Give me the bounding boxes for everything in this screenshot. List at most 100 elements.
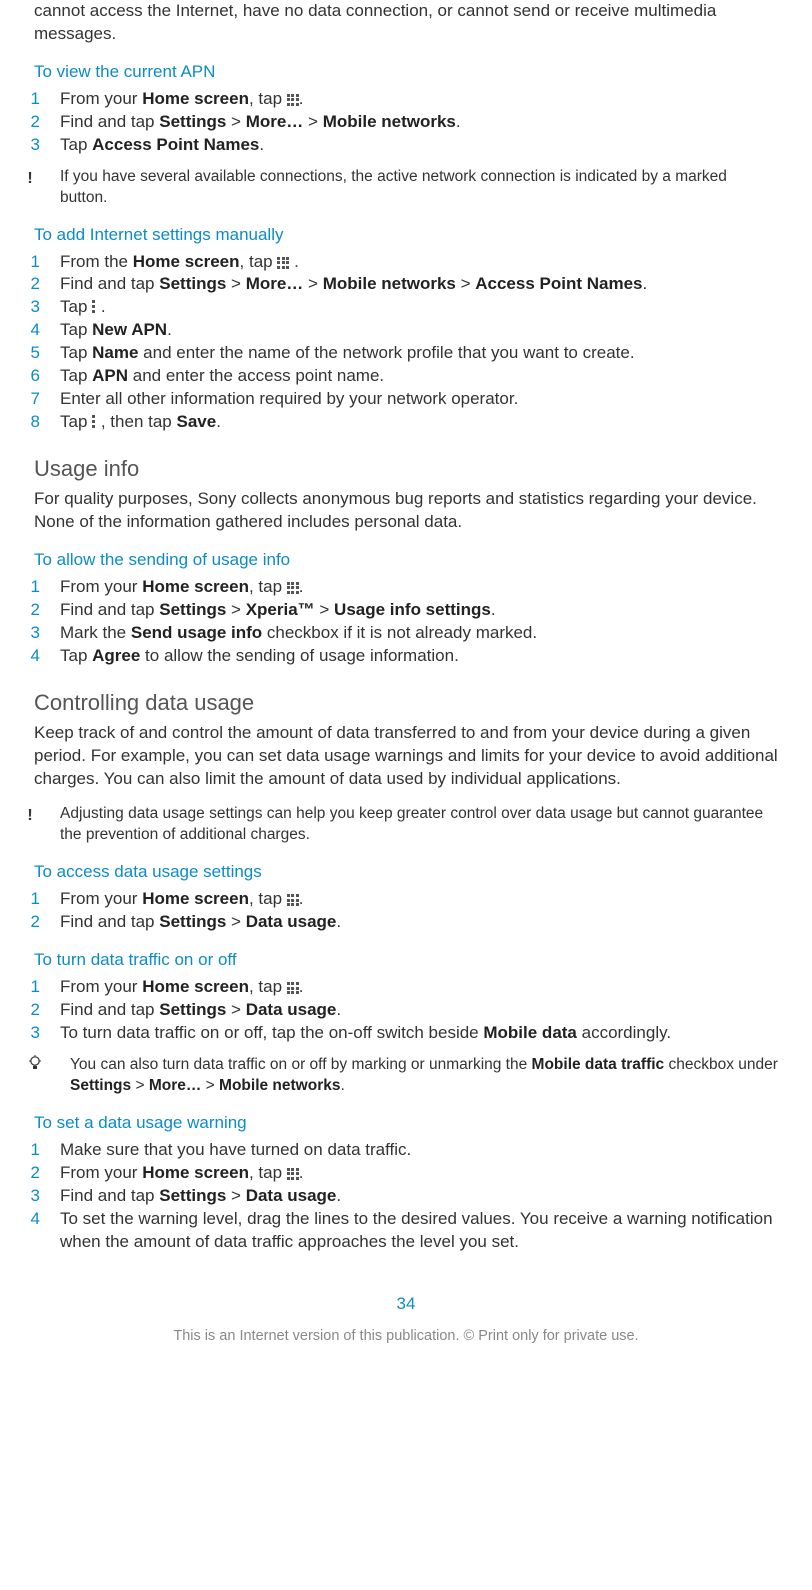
step-text: From your Home screen, tap .	[60, 889, 304, 908]
body-controlling: Keep track of and control the amount of …	[34, 722, 778, 791]
step-text: Find and tap Settings > Data usage.	[60, 912, 341, 931]
step-text: Make sure that you have turned on data t…	[60, 1140, 411, 1159]
steps-set-warning: 1Make sure that you have turned on data …	[34, 1139, 778, 1254]
step-item: 1From your Home screen, tap .	[34, 88, 778, 111]
important-icon: !	[20, 805, 40, 827]
heading-set-warning: To set a data usage warning	[34, 1113, 778, 1133]
step-item: 3To turn data traffic on or off, tap the…	[34, 1022, 778, 1045]
page-number: 34	[34, 1294, 778, 1314]
steps-add-internet: 1From the Home screen, tap .2Find and ta…	[34, 251, 778, 435]
step-number: 1	[16, 888, 40, 911]
apps-grid-icon	[287, 982, 299, 994]
step-number: 1	[16, 1139, 40, 1162]
step-item: 3Find and tap Settings > Data usage.	[34, 1185, 778, 1208]
heading-controlling: Controlling data usage	[34, 690, 778, 716]
step-number: 5	[16, 342, 40, 365]
step-number: 4	[16, 1208, 40, 1231]
step-item: 2Find and tap Settings > More… > Mobile …	[34, 111, 778, 134]
tip-text: You can also turn data traffic on or off…	[70, 1056, 778, 1094]
heading-access-data: To access data usage settings	[34, 862, 778, 882]
steps-view-apn: 1From your Home screen, tap .2Find and t…	[34, 88, 778, 157]
overflow-menu-icon	[92, 300, 96, 314]
step-item: 2From your Home screen, tap .	[34, 1162, 778, 1185]
step-number: 7	[16, 388, 40, 411]
step-text: From your Home screen, tap .	[60, 1163, 304, 1182]
step-number: 3	[16, 1022, 40, 1045]
step-item: 5Tap Name and enter the name of the netw…	[34, 342, 778, 365]
heading-add-internet: To add Internet settings manually	[34, 225, 778, 245]
intro-fragment: cannot access the Internet, have no data…	[34, 0, 778, 46]
step-number: 1	[16, 88, 40, 111]
step-text: From your Home screen, tap .	[60, 89, 304, 108]
step-number: 1	[16, 576, 40, 599]
step-item: 2Find and tap Settings > Data usage.	[34, 911, 778, 934]
step-item: 8Tap , then tap Save.	[34, 411, 778, 434]
step-number: 2	[16, 273, 40, 296]
step-text: To turn data traffic on or off, tap the …	[60, 1023, 671, 1042]
step-item: 1From your Home screen, tap .	[34, 888, 778, 911]
tip-turn-traffic: You can also turn data traffic on or off…	[34, 1055, 778, 1097]
step-item: 4Tap New APN.	[34, 319, 778, 342]
step-number: 2	[16, 1162, 40, 1185]
apps-grid-icon	[287, 582, 299, 594]
step-item: 4Tap Agree to allow the sending of usage…	[34, 645, 778, 668]
step-item: 2Find and tap Settings > Data usage.	[34, 999, 778, 1022]
steps-turn-traffic: 1From your Home screen, tap .2Find and t…	[34, 976, 778, 1045]
steps-access-data: 1From your Home screen, tap .2Find and t…	[34, 888, 778, 934]
step-number: 6	[16, 365, 40, 388]
step-item: 2Find and tap Settings > Xperia™ > Usage…	[34, 599, 778, 622]
step-text: Tap Access Point Names.	[60, 135, 264, 154]
step-number: 3	[16, 134, 40, 157]
step-number: 1	[16, 976, 40, 999]
apps-grid-icon	[287, 894, 299, 906]
step-text: Find and tap Settings > More… > Mobile n…	[60, 112, 461, 131]
step-text: Find and tap Settings > Data usage.	[60, 1000, 341, 1019]
apps-grid-icon	[287, 1168, 299, 1180]
step-number: 1	[16, 251, 40, 274]
note-view-apn: ! If you have several available connecti…	[34, 167, 778, 209]
step-item: 4To set the warning level, drag the line…	[34, 1208, 778, 1254]
important-icon: !	[20, 168, 40, 190]
step-item: 1Make sure that you have turned on data …	[34, 1139, 778, 1162]
heading-turn-traffic: To turn data traffic on or off	[34, 950, 778, 970]
apps-grid-icon	[287, 94, 299, 106]
step-item: 7Enter all other information required by…	[34, 388, 778, 411]
step-text: Tap New APN.	[60, 320, 172, 339]
step-text: Enter all other information required by …	[60, 389, 518, 408]
step-item: 1From your Home screen, tap .	[34, 976, 778, 999]
step-item: 3Mark the Send usage info checkbox if it…	[34, 622, 778, 645]
note-text: Adjusting data usage settings can help y…	[60, 805, 763, 843]
heading-view-apn: To view the current APN	[34, 62, 778, 82]
step-text: Tap Agree to allow the sending of usage …	[60, 646, 459, 665]
step-item: 2Find and tap Settings > More… > Mobile …	[34, 273, 778, 296]
step-text: Find and tap Settings > Data usage.	[60, 1186, 341, 1205]
page-content: cannot access the Internet, have no data…	[0, 0, 812, 1344]
overflow-menu-icon	[92, 415, 96, 429]
step-number: 2	[16, 999, 40, 1022]
step-item: 3Tap Access Point Names.	[34, 134, 778, 157]
step-text: Tap Name and enter the name of the netwo…	[60, 343, 635, 362]
step-text: Tap .	[60, 297, 106, 316]
note-text: If you have several available connection…	[60, 168, 727, 206]
step-number: 2	[16, 911, 40, 934]
apps-grid-icon	[277, 257, 289, 269]
step-text: From your Home screen, tap .	[60, 977, 304, 996]
tip-icon	[28, 1055, 42, 1078]
heading-usage-info: Usage info	[34, 456, 778, 482]
footer-text: This is an Internet version of this publ…	[34, 1328, 778, 1344]
step-text: From your Home screen, tap .	[60, 577, 304, 596]
step-number: 3	[16, 622, 40, 645]
note-controlling: ! Adjusting data usage settings can help…	[34, 804, 778, 846]
heading-allow-usage: To allow the sending of usage info	[34, 550, 778, 570]
body-usage-info: For quality purposes, Sony collects anon…	[34, 488, 778, 534]
steps-allow-usage: 1From your Home screen, tap .2Find and t…	[34, 576, 778, 668]
step-item: 6Tap APN and enter the access point name…	[34, 365, 778, 388]
step-item: 3Tap .	[34, 296, 778, 319]
step-number: 3	[16, 296, 40, 319]
step-text: To set the warning level, drag the lines…	[60, 1209, 773, 1251]
step-text: Find and tap Settings > More… > Mobile n…	[60, 274, 647, 293]
step-number: 4	[16, 645, 40, 668]
step-text: From the Home screen, tap .	[60, 252, 299, 271]
step-number: 3	[16, 1185, 40, 1208]
step-number: 2	[16, 599, 40, 622]
